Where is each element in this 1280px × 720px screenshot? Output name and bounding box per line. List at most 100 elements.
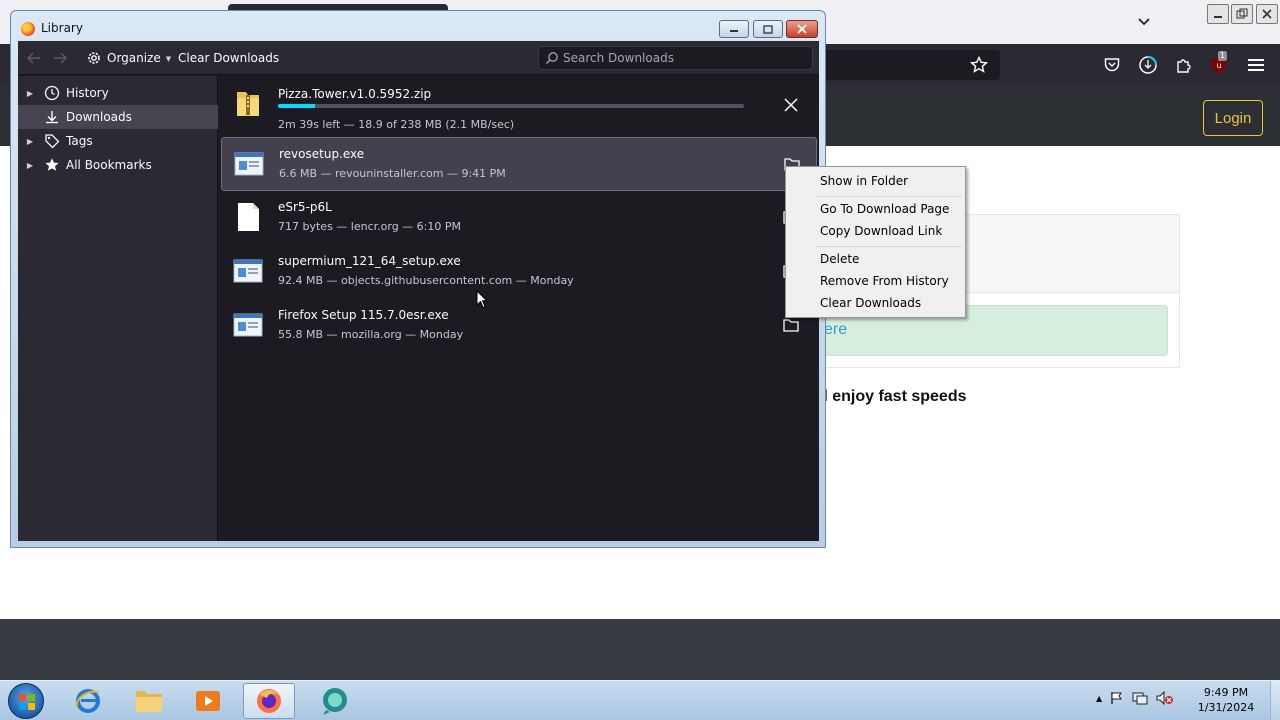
clock-time: 9:49 PM bbox=[1203, 686, 1249, 699]
arrow-left-icon bbox=[27, 52, 40, 64]
download-progress-fill bbox=[278, 104, 315, 108]
menu-item-go-to-download-page[interactable]: Go To Download Page bbox=[788, 198, 963, 220]
menu-item-copy-download-link[interactable]: Copy Download Link bbox=[788, 220, 963, 242]
star-icon bbox=[42, 157, 62, 173]
downloads-list: Pizza.Tower.v1.0.5952.zip 2m 39s left — … bbox=[219, 76, 819, 541]
generic-file-icon bbox=[238, 203, 259, 231]
menu-item-show-in-folder[interactable]: Show in Folder bbox=[788, 170, 963, 192]
system-clock[interactable]: 9:49 PM 1/31/2024 bbox=[1190, 685, 1262, 715]
taskbar-firefox[interactable] bbox=[243, 683, 295, 719]
show-desktop-button[interactable] bbox=[1270, 681, 1280, 720]
puzzle-icon bbox=[1177, 59, 1191, 73]
taskbar: ▲ 9:49 PM 1/31/2024 bbox=[0, 680, 1280, 720]
website-tagline: d enjoy fast speeds bbox=[818, 388, 967, 405]
taskbar-file-explorer[interactable] bbox=[123, 683, 175, 719]
media-player-icon bbox=[196, 691, 220, 711]
download-status: 55.8 MB — mozilla.org — Monday bbox=[278, 328, 464, 341]
browser-restore-button[interactable] bbox=[1231, 4, 1253, 24]
expand-arrow-icon[interactable]: ▶ bbox=[18, 161, 42, 170]
sidebar-item-tags[interactable]: ▶ Tags bbox=[18, 129, 218, 153]
expand-arrow-icon[interactable]: ▶ bbox=[18, 89, 42, 98]
menu-item-remove-from-history[interactable]: Remove From History bbox=[788, 270, 963, 292]
organize-button[interactable]: Organize ▼ bbox=[84, 47, 173, 69]
maximize-button[interactable] bbox=[753, 20, 783, 38]
clear-downloads-button[interactable]: Clear Downloads bbox=[176, 47, 281, 69]
download-status: 6.6 MB — revouninstaller.com — 9:41 PM bbox=[279, 167, 506, 180]
download-filename: supermium_121_64_setup.exe bbox=[278, 254, 461, 268]
extensions-button[interactable] bbox=[1174, 55, 1194, 75]
close-icon bbox=[797, 24, 807, 34]
sidebar-item-label: Downloads bbox=[66, 110, 132, 124]
browser-close-button[interactable] bbox=[1256, 4, 1278, 24]
start-button[interactable] bbox=[8, 683, 44, 719]
download-filename: eSr5-p6L bbox=[278, 200, 332, 214]
search-input[interactable] bbox=[563, 47, 811, 69]
pocket-icon bbox=[1104, 58, 1120, 72]
library-window: Library Organize ▼ Clear Downloads Searc… bbox=[10, 10, 826, 548]
expand-arrow-icon[interactable]: ▶ bbox=[18, 137, 42, 146]
back-button[interactable] bbox=[26, 50, 42, 66]
system-tray: ▲ bbox=[1096, 691, 1174, 705]
network-icon[interactable] bbox=[1132, 691, 1148, 705]
downloads-toolbar-button[interactable] bbox=[1138, 55, 1158, 75]
taskbar-internet-explorer[interactable] bbox=[62, 683, 114, 719]
extension-badge: 1 bbox=[1218, 51, 1228, 61]
download-progress-bar bbox=[278, 104, 744, 108]
volume-muted-icon[interactable] bbox=[1156, 691, 1174, 705]
menu-separator bbox=[816, 196, 962, 197]
svg-text:u: u bbox=[1216, 61, 1221, 70]
chevron-down-icon bbox=[1138, 18, 1150, 26]
library-toolbar: Organize ▼ Clear Downloads bbox=[18, 41, 819, 75]
forward-button[interactable] bbox=[52, 50, 68, 66]
download-status: 92.4 MB — objects.githubusercontent.com … bbox=[278, 274, 574, 287]
download-filename: Firefox Setup 115.7.0esr.exe bbox=[278, 308, 449, 322]
gear-icon bbox=[88, 52, 100, 64]
exe-file-icon bbox=[234, 152, 264, 176]
mouse-cursor-icon bbox=[476, 290, 488, 309]
download-status: 2m 39s left — 18.9 of 238 MB (2.1 MB/sec… bbox=[278, 118, 515, 131]
menu-item-clear-downloads[interactable]: Clear Downloads bbox=[788, 292, 963, 314]
arrow-right-icon bbox=[54, 52, 67, 64]
sidebar-item-history[interactable]: ▶ History bbox=[18, 81, 218, 105]
download-item[interactable]: Firefox Setup 115.7.0esr.exe 55.8 MB — m… bbox=[221, 299, 817, 353]
menu-item-delete[interactable]: Delete bbox=[788, 248, 963, 270]
download-filename: Pizza.Tower.v1.0.5952.zip bbox=[278, 87, 432, 101]
pocket-button[interactable] bbox=[1102, 55, 1122, 75]
minimize-icon bbox=[730, 30, 738, 32]
download-item[interactable]: supermium_121_64_setup.exe 92.4 MB — obj… bbox=[221, 245, 817, 299]
website-alert-link[interactable]: ere bbox=[824, 321, 847, 339]
show-in-folder-button[interactable] bbox=[781, 315, 801, 335]
folder-icon bbox=[136, 691, 162, 712]
window-title: Library bbox=[41, 21, 83, 35]
firefox-icon bbox=[257, 689, 281, 713]
sidebar-item-label: Tags bbox=[66, 134, 93, 148]
download-item[interactable]: Pizza.Tower.v1.0.5952.zip 2m 39s left — … bbox=[221, 78, 817, 132]
minimize-button[interactable] bbox=[719, 20, 749, 38]
show-hidden-icons-button[interactable]: ▲ bbox=[1096, 694, 1102, 703]
cancel-download-button[interactable] bbox=[781, 95, 801, 115]
maximize-icon bbox=[763, 24, 773, 34]
close-icon bbox=[784, 98, 798, 112]
sidebar-item-all-bookmarks[interactable]: ▶ All Bookmarks bbox=[18, 153, 218, 177]
restore-icon bbox=[1236, 8, 1248, 19]
login-button[interactable]: Login bbox=[1203, 100, 1263, 136]
app-menu-button[interactable] bbox=[1246, 55, 1266, 75]
browser-minimize-button[interactable] bbox=[1207, 4, 1229, 24]
menu-separator bbox=[816, 246, 962, 247]
action-center-flag-icon[interactable] bbox=[1110, 691, 1124, 705]
taskbar-media-player[interactable] bbox=[182, 683, 234, 719]
download-item[interactable]: eSr5-p6L 717 bytes — lencr.org — 6:10 PM bbox=[221, 191, 817, 245]
download-progress-icon bbox=[1139, 56, 1157, 74]
taskbar-app[interactable] bbox=[309, 683, 361, 719]
download-item[interactable]: revosetup.exe 6.6 MB — revouninstaller.c… bbox=[221, 137, 817, 191]
close-button[interactable] bbox=[786, 20, 818, 38]
library-sidebar: ▶ History Downloads ▶ Tags ▶ All Bookmar… bbox=[18, 76, 218, 541]
download-context-menu: Show in Folder Go To Download Page Copy … bbox=[785, 166, 966, 318]
search-icon bbox=[545, 52, 558, 65]
sidebar-item-downloads[interactable]: Downloads bbox=[18, 105, 218, 129]
website-footer bbox=[0, 619, 1280, 680]
tag-icon bbox=[42, 133, 62, 149]
bookmark-star-button[interactable] bbox=[969, 55, 989, 77]
clock-date: 1/31/2024 bbox=[1197, 701, 1255, 714]
tab-list-button[interactable] bbox=[1134, 12, 1154, 32]
